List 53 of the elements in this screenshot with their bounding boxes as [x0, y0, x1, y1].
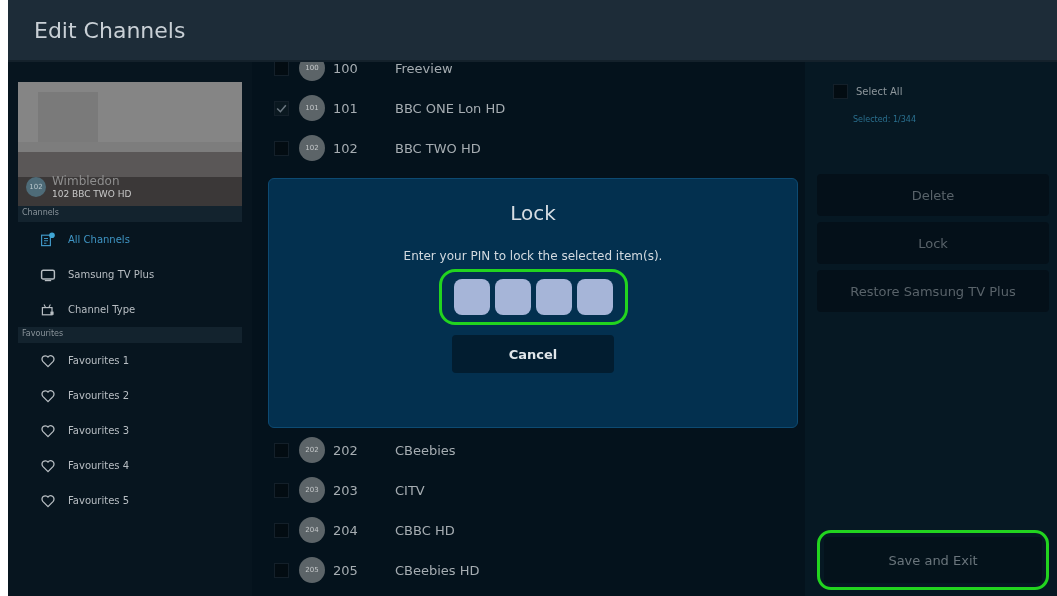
sidebar-item[interactable]: Favourites 5: [18, 483, 252, 518]
dialog-message: Enter your PIN to lock the selected item(s).: [403, 249, 663, 263]
pin-digit-field[interactable]: [453, 279, 490, 315]
channel-name: BBC TWO HD: [395, 140, 481, 156]
channel-name: 102 BBC TWO HD: [52, 188, 132, 200]
sidebar-item[interactable]: Channel Type: [18, 292, 252, 327]
channel-number: 204: [333, 522, 359, 538]
checkbox[interactable]: [274, 482, 289, 498]
checkbox[interactable]: [274, 522, 289, 538]
channel-number: 101: [333, 100, 359, 116]
screen-title: Edit Channels: [34, 17, 186, 43]
channel-number: 202: [333, 442, 359, 458]
pin-digit-field[interactable]: [535, 279, 572, 315]
section-header: Favourites: [18, 327, 242, 343]
heart-icon: [40, 387, 56, 404]
channel-name: BBC ONE Lon HD: [395, 100, 506, 116]
heart-icon: [40, 422, 56, 439]
save-button[interactable]: Save and Exit: [824, 537, 1042, 583]
heart-icon: [40, 492, 56, 509]
channel-number: 102: [333, 140, 359, 156]
select-all-label: Select All: [856, 86, 903, 97]
checkbox[interactable]: [274, 442, 289, 458]
dialog-title: Lock: [510, 201, 556, 225]
sidebar-item[interactable]: Favourites 3: [18, 413, 252, 448]
selected-count: Selected: 1/344: [852, 115, 917, 124]
pin-digit-field[interactable]: [576, 279, 613, 315]
checkbox[interactable]: [274, 140, 289, 156]
cancel-button[interactable]: Cancel: [452, 335, 614, 373]
checkbox[interactable]: [274, 62, 289, 76]
section-header: Channels: [18, 206, 242, 222]
channel-name: CBBC HD: [395, 522, 455, 538]
channel-name: CITV: [395, 482, 425, 498]
heart-icon: [40, 457, 56, 474]
sidebar-item[interactable]: Favourites 4: [18, 448, 252, 483]
sidebar-item[interactable]: Samsung TV Plus: [18, 257, 252, 292]
channel-list-icon: [40, 231, 56, 248]
sidebar-item[interactable]: All Channels: [18, 222, 252, 257]
pin-digit-field[interactable]: [494, 279, 531, 315]
channel-name: CBeebies: [395, 442, 456, 458]
tv-icon: [40, 266, 56, 283]
channel-number: 100: [333, 62, 359, 76]
checkbox[interactable]: [274, 562, 289, 578]
channel-number: 203: [333, 482, 359, 498]
show-title: Wimbledon: [52, 174, 121, 188]
channel-number: 205: [333, 562, 359, 578]
checkbox[interactable]: [274, 100, 289, 116]
channel-name: Freeview: [395, 62, 453, 76]
channel-type-icon: [40, 301, 56, 318]
checkbox[interactable]: [833, 84, 848, 99]
sidebar-item[interactable]: Favourites 1: [18, 343, 252, 378]
sidebar-item[interactable]: Favourites 2: [18, 378, 252, 413]
channel-name: CBeebies HD: [395, 562, 480, 578]
heart-icon: [40, 352, 56, 369]
